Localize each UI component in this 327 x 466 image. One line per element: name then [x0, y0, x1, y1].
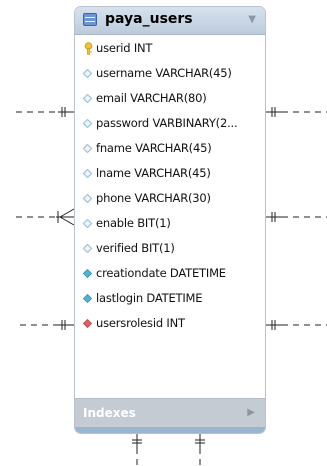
column-label: lastlogin DATETIME [96, 291, 203, 305]
right-connector-3[interactable] [266, 320, 327, 330]
column-diamond-icon [83, 194, 92, 203]
table-header[interactable]: paya_users ▼ [75, 7, 265, 35]
column-label: lname VARCHAR(45) [96, 166, 211, 180]
table-paya-users[interactable]: paya_users ▼ userid INT username VARCHAR… [74, 6, 266, 434]
column-label: creationdate DATETIME [96, 266, 226, 280]
column-row[interactable]: lastlogin DATETIME [75, 286, 265, 311]
column-diamond-icon [83, 219, 92, 228]
indexes-label: Indexes [83, 406, 136, 420]
column-row[interactable]: enable BIT(1) [75, 211, 265, 236]
foreign-key-diamond-icon [83, 319, 92, 328]
column-diamond-icon [83, 69, 92, 78]
column-list: userid INT username VARCHAR(45) email VA… [75, 36, 265, 336]
primary-key-icon [84, 42, 93, 55]
right-connector-2[interactable] [266, 212, 327, 222]
right-connector-1[interactable] [266, 107, 327, 117]
column-row[interactable]: email VARCHAR(80) [75, 86, 265, 111]
table-footer-bar [75, 427, 265, 433]
table-icon [83, 13, 97, 26]
bottom-connector-1[interactable] [132, 434, 142, 466]
column-diamond-filled-icon [83, 294, 92, 303]
column-row[interactable]: password VARBINARY(2... [75, 111, 265, 136]
column-row[interactable]: fname VARCHAR(45) [75, 136, 265, 161]
left-connector-1[interactable] [16, 107, 74, 117]
column-label: email VARCHAR(80) [96, 91, 207, 105]
column-row[interactable]: verified BIT(1) [75, 236, 265, 261]
collapse-arrow-icon[interactable]: ▼ [248, 14, 256, 25]
column-label: enable BIT(1) [96, 216, 171, 230]
column-diamond-icon [83, 169, 92, 178]
column-row[interactable]: creationdate DATETIME [75, 261, 265, 286]
column-label: phone VARCHAR(30) [96, 191, 211, 205]
column-row[interactable]: usersrolesid INT [75, 311, 265, 336]
column-label: username VARCHAR(45) [96, 66, 232, 80]
column-label: fname VARCHAR(45) [96, 141, 212, 155]
column-diamond-icon [83, 144, 92, 153]
bottom-connector-2[interactable] [195, 434, 205, 466]
column-diamond-icon [83, 119, 92, 128]
column-diamond-icon [83, 94, 92, 103]
column-row[interactable]: userid INT [75, 36, 265, 61]
column-label: usersrolesid INT [96, 316, 185, 330]
column-row[interactable]: username VARCHAR(45) [75, 61, 265, 86]
column-diamond-filled-icon [83, 269, 92, 278]
indexes-section[interactable]: Indexes ▶ [75, 398, 265, 429]
expand-arrow-icon[interactable]: ▶ [247, 407, 255, 418]
left-connector-2[interactable] [16, 208, 75, 226]
column-row[interactable]: lname VARCHAR(45) [75, 161, 265, 186]
column-label: userid INT [96, 41, 153, 55]
column-label: password VARBINARY(2... [96, 116, 238, 130]
column-label: verified BIT(1) [96, 241, 175, 255]
left-connector-3[interactable] [20, 320, 74, 330]
table-title: paya_users [105, 11, 193, 27]
column-row[interactable]: phone VARCHAR(30) [75, 186, 265, 211]
column-diamond-icon [83, 244, 92, 253]
